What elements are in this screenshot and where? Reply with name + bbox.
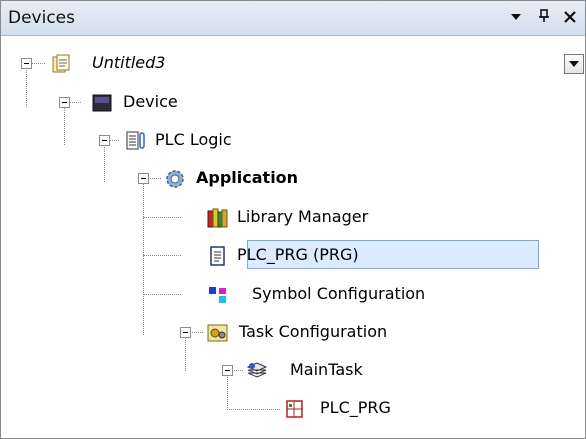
collapse-toggle-task-configuration[interactable] <box>180 327 191 338</box>
project-icon <box>51 54 73 74</box>
tree-node-label: Task Configuration <box>239 322 388 341</box>
tree-node-label: Symbol Configuration <box>252 284 426 303</box>
menu-arrow-icon[interactable] <box>506 7 526 29</box>
view-dropdown-button[interactable] <box>564 54 584 74</box>
collapse-toggle-root[interactable] <box>21 58 32 69</box>
tree-line <box>185 335 186 371</box>
tree-node-label: Application <box>196 168 299 187</box>
tree-node-label: PLC_PRG (PRG) <box>237 245 359 264</box>
task-configuration-icon <box>207 323 229 343</box>
tree-line <box>64 105 65 145</box>
panel-title-bar: Devices <box>1 1 585 36</box>
collapse-toggle-maintask[interactable] <box>222 365 233 376</box>
tree-node-label: Library Manager <box>237 207 369 226</box>
tree-line <box>227 409 280 410</box>
panel-title: Devices <box>8 8 75 28</box>
symbol-configuration-icon <box>207 285 229 305</box>
collapse-toggle-plc-logic[interactable] <box>99 135 110 146</box>
library-books-icon <box>207 208 229 228</box>
tree-node-label: MainTask <box>290 360 363 379</box>
plc-logic-icon <box>125 131 147 151</box>
tree-line <box>26 68 27 107</box>
tree-line <box>104 143 105 182</box>
tree-line <box>143 255 181 256</box>
program-document-icon <box>207 246 229 266</box>
device-icon <box>91 93 113 113</box>
tree-node-label: PLC Logic <box>155 130 232 149</box>
task-stack-icon <box>246 361 268 381</box>
tree-line <box>189 332 203 333</box>
devices-panel: Devices Untitled3 Device PLC Logic Appli… <box>0 0 586 439</box>
pin-icon[interactable] <box>534 7 554 29</box>
tree-line <box>148 178 161 179</box>
tree-node-label: PLC_PRG <box>320 398 391 417</box>
tree-line <box>143 294 181 295</box>
tree-line <box>227 373 228 410</box>
tree-node-label: Device <box>123 92 178 111</box>
collapse-toggle-application[interactable] <box>138 173 149 184</box>
tree-line <box>143 183 144 335</box>
tree-node-label: Untitled3 <box>92 53 166 72</box>
close-icon[interactable] <box>560 7 580 29</box>
application-gear-icon <box>164 169 186 189</box>
program-call-icon <box>284 399 306 419</box>
collapse-toggle-device[interactable] <box>59 97 70 108</box>
tree-line <box>143 217 181 218</box>
